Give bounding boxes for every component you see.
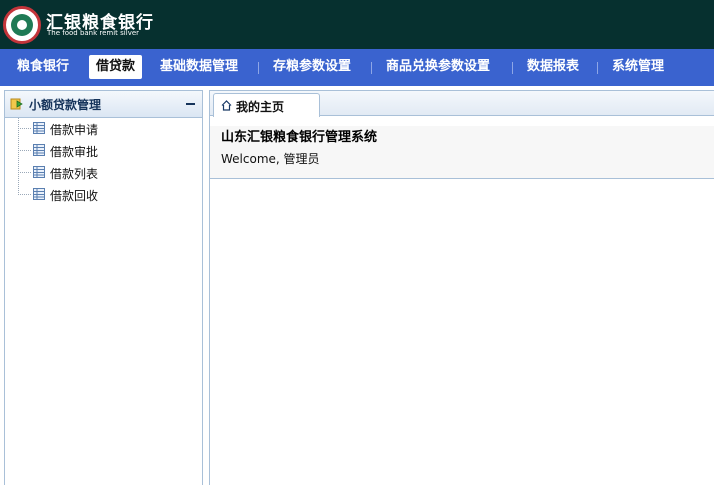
welcome-box: 山东汇银粮食银行管理系统 Welcome, 管理员 (210, 126, 714, 179)
nav-divider (371, 62, 372, 74)
tab-home[interactable]: 我的主页 (213, 93, 320, 117)
logo-subtitle: The food bank remit silver (47, 29, 140, 37)
sidebar-header: 小额贷款管理 (5, 91, 202, 118)
nav-item-reports[interactable]: 数据报表 (520, 55, 586, 79)
sidebar-title: 小额贷款管理 (29, 98, 102, 112)
nav-item-system[interactable]: 系统管理 (605, 55, 671, 79)
main-content: 我的主页 山东汇银粮食银行管理系统 Welcome, 管理员 (209, 90, 714, 485)
sidebar-item-label: 借款申请 (50, 123, 99, 137)
tab-strip: 我的主页 (210, 90, 714, 117)
sidebar-item-loan-recovery[interactable]: 借款回收 (18, 184, 168, 206)
sidebar-item-loan-list[interactable]: 借款列表 (18, 162, 168, 184)
bank-seal-icon (3, 6, 41, 44)
sidebar-item-label: 借款列表 (50, 167, 99, 181)
nav-item-exchange-params[interactable]: 商品兑换参数设置 (379, 55, 497, 79)
table-icon (33, 122, 45, 134)
nav-item-storage-params[interactable]: 存粮参数设置 (266, 55, 358, 79)
sidebar-panel: 小额贷款管理 借款申请 借款审批 借款列表 借款回收 (4, 90, 203, 485)
sidebar-item-label: 借款回收 (50, 189, 99, 203)
table-icon (33, 166, 45, 178)
sidebar-item-loan-approval[interactable]: 借款审批 (18, 140, 168, 162)
nav-item-food-bank[interactable]: 粮食银行 (10, 55, 76, 79)
home-icon (221, 100, 232, 111)
sidebar-item-label: 借款审批 (50, 145, 99, 159)
table-icon (33, 144, 45, 156)
tab-label: 我的主页 (236, 100, 285, 114)
nav-item-loans[interactable]: 借贷款 (89, 55, 143, 79)
tree-branch-line (18, 150, 31, 151)
tree-branch-line (18, 172, 31, 173)
tree-branch-line (18, 128, 31, 129)
tree-branch-line (18, 194, 31, 195)
app-header: 汇银粮食银行 The food bank remit silver (0, 0, 714, 49)
sidebar-item-loan-application[interactable]: 借款申请 (18, 118, 168, 140)
table-icon (33, 188, 45, 200)
nav-item-base-data[interactable]: 基础数据管理 (153, 55, 245, 79)
nav-divider (258, 62, 259, 74)
main-nav: 粮食银行 借贷款 基础数据管理 存粮参数设置 商品兑换参数设置 数据报表 系统管… (0, 49, 714, 86)
nav-divider (512, 62, 513, 74)
folder-arrow-icon (10, 98, 23, 110)
nav-divider (597, 62, 598, 74)
page-title: 山东汇银粮食银行管理系统 (221, 130, 378, 145)
welcome-text: Welcome, 管理员 (221, 152, 320, 166)
collapse-icon[interactable] (185, 95, 197, 111)
